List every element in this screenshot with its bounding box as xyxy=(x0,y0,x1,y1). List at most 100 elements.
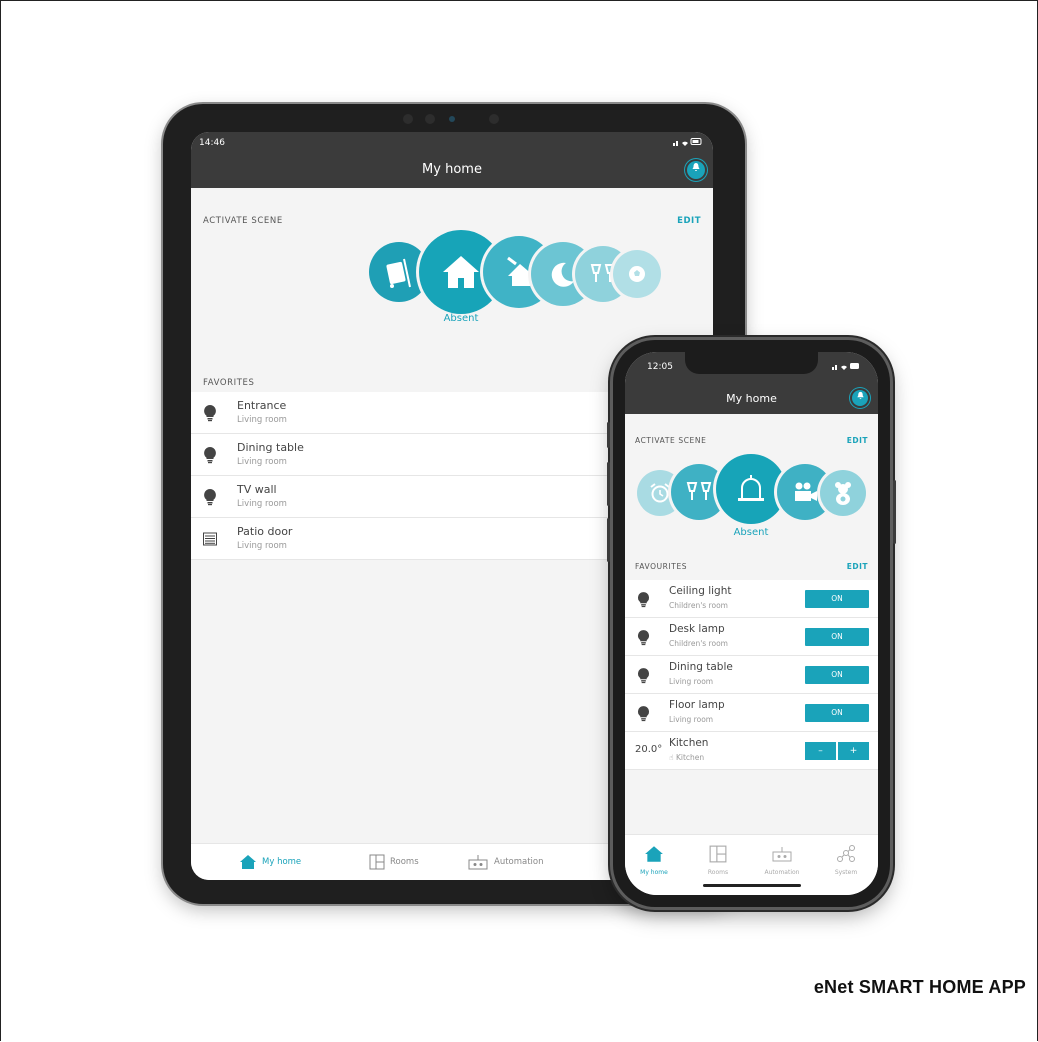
app-header: 14:46 My home xyxy=(191,132,713,188)
phone-side-button xyxy=(607,518,610,562)
tab-automation[interactable]: Automation xyxy=(467,854,544,870)
favourite-dining-table[interactable]: Dining table Living room ON xyxy=(625,656,878,694)
tab-rooms[interactable]: Rooms xyxy=(693,843,743,876)
bulb-icon xyxy=(204,405,216,422)
on-button[interactable]: ON xyxy=(805,590,869,608)
phone-side-button xyxy=(893,480,896,544)
tab-label: Rooms xyxy=(390,857,419,867)
tab-label: My home xyxy=(640,869,668,876)
bulb-icon xyxy=(638,630,649,646)
product-caption: eNet SMART HOME APP xyxy=(813,977,1026,997)
moon-icon xyxy=(551,262,574,287)
bulb-icon xyxy=(638,592,649,608)
tab-label: Automation xyxy=(764,869,800,876)
favorite-room: Living room xyxy=(237,415,287,425)
favourite-kitchen-thermostat[interactable]: 20.0° Kitchen ☝ Kitchen – + xyxy=(625,732,878,770)
favorites-section-title: FAVORITES xyxy=(203,378,255,388)
camera-icon xyxy=(795,482,817,501)
page-title: My home xyxy=(726,392,777,405)
signal-wifi-battery-icon xyxy=(832,363,859,370)
favorite-room: Living room xyxy=(237,499,287,509)
phone-device: 12:05 My home ACTIVATE SCENE EDIT Absent xyxy=(607,340,896,907)
on-button[interactable]: ON xyxy=(805,704,869,722)
tab-my-home[interactable]: My home xyxy=(629,843,679,876)
home-icon xyxy=(240,855,256,869)
tab-label: Rooms xyxy=(707,869,729,876)
home-icon xyxy=(645,846,663,862)
rooms-icon xyxy=(709,845,727,863)
phone-notch xyxy=(685,352,818,374)
bulb-icon xyxy=(204,489,216,506)
signal-wifi-battery-icon xyxy=(673,138,702,146)
glasses-icon xyxy=(686,482,712,500)
favourite-name: Floor lamp xyxy=(669,699,725,711)
system-icon xyxy=(837,845,855,862)
favorite-name: Entrance xyxy=(237,399,287,412)
scene-teddy[interactable] xyxy=(820,470,866,516)
alarm-clock-icon xyxy=(650,483,670,503)
favourite-room: ☝ Kitchen xyxy=(669,753,704,762)
favourite-name: Dining table xyxy=(669,661,733,673)
favourite-room: Children's room xyxy=(669,639,728,648)
decrease-button[interactable]: – xyxy=(805,742,836,760)
status-icons xyxy=(673,137,703,149)
favourite-room: Children's room xyxy=(669,601,728,610)
automation-icon xyxy=(772,847,792,862)
scene-section-title: ACTIVATE SCENE xyxy=(635,436,707,445)
scene-edit-button[interactable]: EDIT xyxy=(847,436,868,445)
rooms-icon xyxy=(369,854,385,870)
scene-absent-selected[interactable] xyxy=(716,454,786,524)
favourite-name: Desk lamp xyxy=(669,623,725,635)
bulb-icon xyxy=(638,668,649,684)
tab-my-home[interactable]: My home xyxy=(239,854,301,870)
on-button[interactable]: ON xyxy=(805,628,869,646)
favourites-edit-button[interactable]: EDIT xyxy=(847,562,868,571)
shutter-icon xyxy=(203,532,217,546)
tab-bar: My home Rooms Automation System xyxy=(625,834,878,895)
scene-selected-label: Absent xyxy=(733,527,769,538)
increase-button[interactable]: + xyxy=(838,742,869,760)
tab-rooms[interactable]: Rooms xyxy=(369,854,419,870)
tab-label: Automation xyxy=(494,857,544,867)
football-icon xyxy=(629,266,645,282)
scene-section-title: ACTIVATE SCENE xyxy=(203,216,283,226)
notification-bell-button[interactable] xyxy=(852,390,868,406)
favourite-floor-lamp[interactable]: Floor lamp Living room ON xyxy=(625,694,878,732)
favourite-desk-lamp[interactable]: Desk lamp Children's room ON xyxy=(625,618,878,656)
thermostat-room-label: Kitchen xyxy=(675,753,705,762)
favourites-section-title: FAVOURITES xyxy=(635,562,688,571)
scene-football[interactable] xyxy=(613,250,661,298)
home-indicator[interactable] xyxy=(703,884,801,887)
tab-system[interactable]: System xyxy=(821,843,871,876)
page-title: My home xyxy=(422,162,482,177)
tab-label: My home xyxy=(262,857,302,867)
teddy-icon xyxy=(835,482,851,505)
bulb-icon xyxy=(204,447,216,464)
favorite-name: Dining table xyxy=(237,441,304,454)
phone-side-button xyxy=(607,462,610,506)
status-time: 12:05 xyxy=(647,362,673,372)
favourite-name: Kitchen xyxy=(669,737,709,749)
favourite-ceiling-light[interactable]: Ceiling light Children's room ON xyxy=(625,580,878,618)
suitcase-icon xyxy=(386,258,411,288)
favorite-room: Living room xyxy=(237,457,287,467)
alarm-bell-icon xyxy=(738,475,764,501)
on-button[interactable]: ON xyxy=(805,666,869,684)
bell-icon xyxy=(856,391,864,400)
favourite-room: Living room xyxy=(669,677,714,686)
bulb-icon xyxy=(638,706,649,722)
status-icons xyxy=(832,362,860,372)
phone-side-button xyxy=(607,422,610,448)
scene-edit-button[interactable]: EDIT xyxy=(677,216,701,226)
hand-icon: ☝ xyxy=(669,753,676,762)
favourite-name: Ceiling light xyxy=(669,585,732,597)
favourite-room: Living room xyxy=(669,715,714,724)
favorite-name: Patio door xyxy=(237,525,293,538)
automation-icon xyxy=(468,855,488,870)
favorite-room: Living room xyxy=(237,541,287,551)
temperature-value: 20.0° xyxy=(635,744,663,755)
home-icon xyxy=(443,256,479,288)
app-header: 12:05 My home xyxy=(625,352,878,414)
tab-automation[interactable]: Automation xyxy=(757,843,807,876)
notification-bell-button[interactable] xyxy=(687,161,705,179)
